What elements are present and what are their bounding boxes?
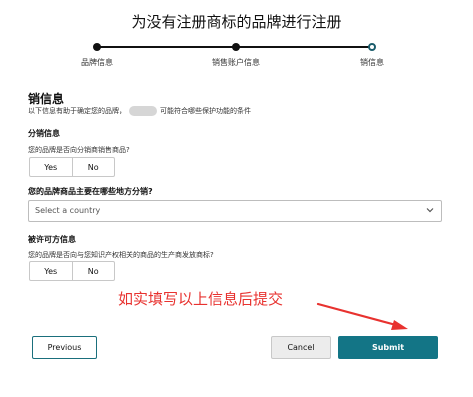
previous-button[interactable]: Previous: [32, 336, 97, 359]
cancel-button[interactable]: Cancel: [271, 336, 331, 359]
submit-button[interactable]: Submit: [338, 336, 438, 359]
